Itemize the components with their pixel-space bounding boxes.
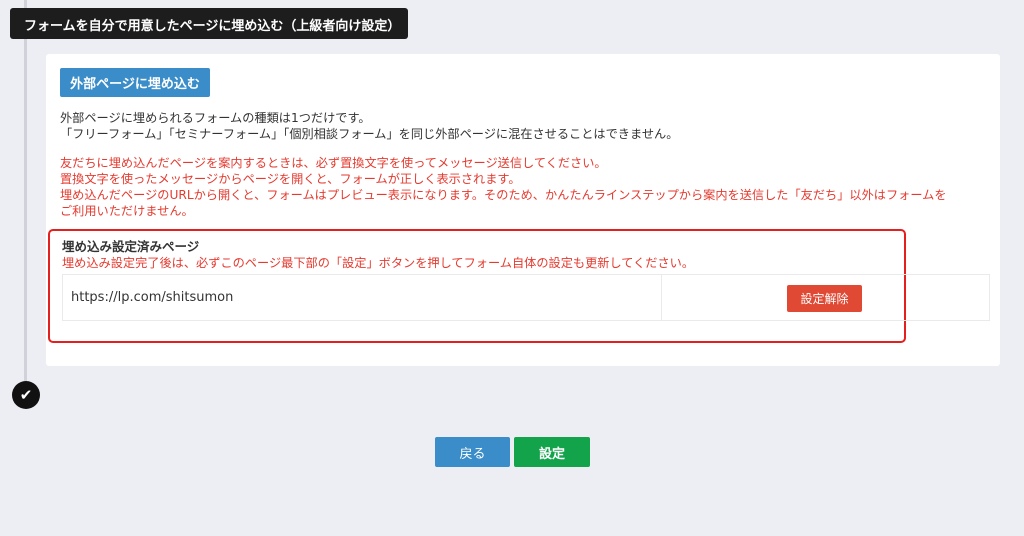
embed-external-page-button[interactable]: 外部ページに埋め込む — [60, 68, 210, 97]
warning-line: 友だちに埋め込んだページを案内するときは、必ず置換文字を使ってメッセージ送信して… — [60, 156, 607, 170]
embedded-page-actions: 設定解除 — [662, 275, 989, 320]
warning-line: ご利用いただけません。 — [60, 204, 194, 218]
timeline-line — [24, 0, 27, 385]
check-icon: ✔ — [12, 381, 40, 409]
section-title: フォームを自分で用意したページに埋め込む（上級者向け設定） — [24, 19, 401, 34]
embedded-pages-box: 埋め込み設定済みページ 埋め込み設定完了後は、必ずこのページ最下部の「設定」ボタ… — [48, 229, 990, 343]
save-button[interactable]: 設定 — [514, 437, 590, 467]
embedded-page-url: https://lp.com/shitsumon — [63, 275, 662, 320]
info-line: 「フリーフォーム」「セミナーフォーム」「個別相談フォーム」を同じ外部ページに混在… — [60, 127, 679, 141]
info-line: 外部ページに埋められるフォームの種類は1つだけです。 — [60, 111, 371, 125]
embedded-page-row: https://lp.com/shitsumon 設定解除 — [62, 274, 990, 321]
warning-text: 友だちに埋め込んだページを案内するときは、必ず置換文字を使ってメッセージ送信して… — [60, 155, 990, 219]
warning-line: 埋め込んだページのURLから開くと、フォームはプレビュー表示になります。そのため… — [60, 188, 947, 202]
info-text: 外部ページに埋められるフォームの種類は1つだけです。 「フリーフォーム」「セミナ… — [60, 110, 990, 142]
warning-line: 置換文字を使ったメッセージからページを開くと、フォームが正しく表示されます。 — [60, 172, 521, 186]
section-header: フォームを自分で用意したページに埋め込む（上級者向け設定） — [10, 8, 408, 39]
embedded-pages-note: 埋め込み設定完了後は、必ずこのページ最下部の「設定」ボタンを押してフォーム自体の… — [62, 256, 695, 270]
back-button[interactable]: 戻る — [435, 437, 510, 467]
unset-embed-button[interactable]: 設定解除 — [787, 285, 862, 312]
